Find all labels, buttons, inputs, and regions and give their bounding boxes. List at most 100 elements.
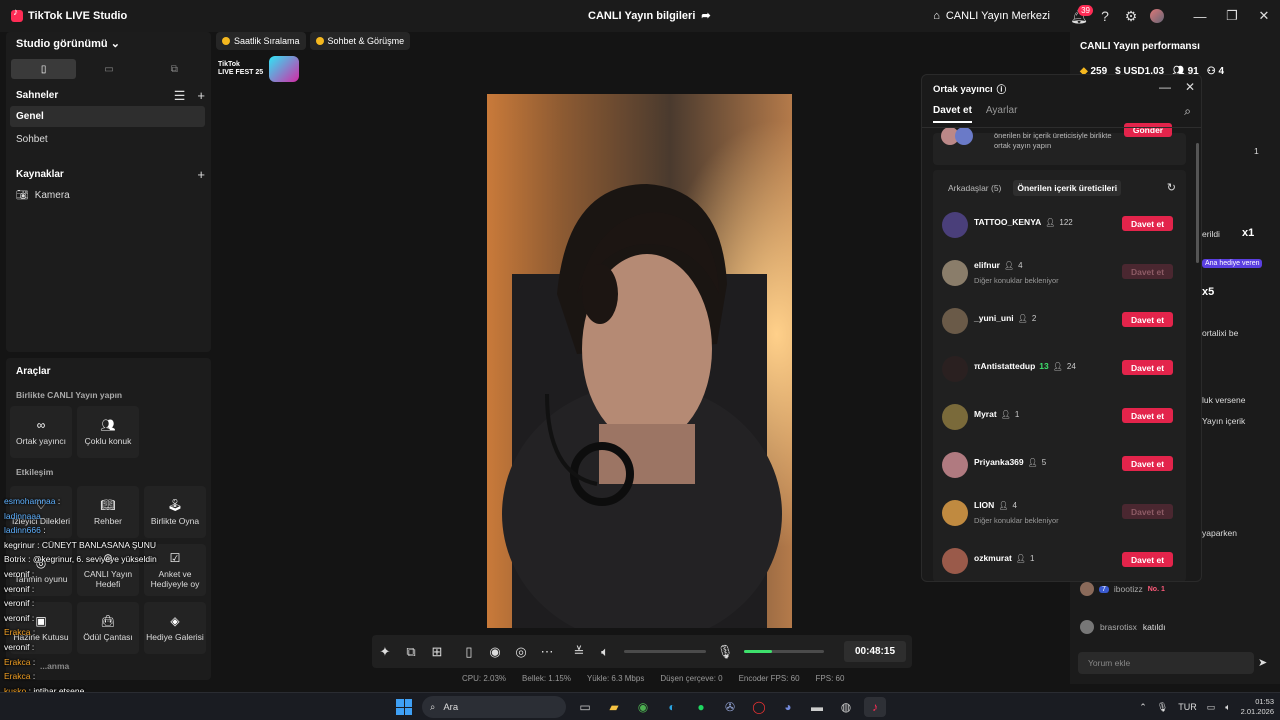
chat-username: kegrinur (4, 539, 35, 550)
portrait-view-button[interactable]: ▯ (11, 59, 77, 79)
guest-count: 4 (1012, 500, 1017, 510)
language-indicator[interactable]: TUR (1178, 702, 1197, 712)
mic-button[interactable]: 🎙︎ (712, 639, 738, 665)
chrome-icon[interactable]: ◉ (632, 697, 654, 717)
invite-button[interactable]: Davet et (1122, 456, 1173, 471)
scene-item-genel[interactable]: Genel (10, 106, 205, 127)
steam-icon[interactable]: ✇ (719, 697, 741, 717)
tab-invite[interactable]: Davet et (933, 105, 972, 123)
creator-status: Diğer konuklar bekleniyor (974, 276, 1059, 285)
send-button[interactable]: Gönder (1124, 123, 1172, 137)
task-view-icon[interactable]: ▭ (574, 697, 596, 717)
people-icon: ⚇ (1206, 66, 1216, 77)
invite-button[interactable]: Davet et (1122, 312, 1173, 327)
app-title: TikTok LIVE Studio (28, 10, 128, 22)
avatar (942, 212, 968, 238)
chat-username: veronif (4, 569, 30, 579)
subtab-suggested[interactable]: Önerilen içerik üreticileri (1013, 180, 1122, 196)
source-item-camera[interactable]: 📷︎ Kamera (16, 190, 70, 201)
transition-button[interactable]: ⧉ (398, 639, 424, 665)
live-info-button[interactable]: CANLI Yayın bilgileri ➦ (588, 9, 711, 23)
chat-line: veronif : (4, 642, 34, 652)
settings-button[interactable]: ⚙ (1118, 3, 1144, 29)
list-icon[interactable]: ☰ (174, 88, 186, 104)
tab-settings[interactable]: Ayarlar (986, 105, 1018, 123)
creator-row: ozkmurat 👤︎ 1 Davet et (942, 544, 1182, 581)
invite-button[interactable]: Davet et (1122, 552, 1173, 567)
chevron-up-icon[interactable]: ⌃ (1139, 702, 1147, 713)
chat-text-icerik: Yayın içerik (1202, 416, 1246, 426)
live-center-button[interactable]: ⌂ CANLI Yayın Merkezi (933, 10, 1050, 22)
cohost-tool-button[interactable]: ∞ Ortak yayıncı (10, 406, 72, 458)
creator-row: LION 👤︎ 4 Diğer konuklar bekleniyor Davet et (942, 496, 1182, 536)
hourly-ranking-label: Saatlik Sıralama (234, 36, 300, 46)
scene-item-sohbet[interactable]: Sohbet (10, 129, 205, 150)
multi-guest-button[interactable]: 👥︎ Çoklu konuk (77, 406, 139, 458)
layout-button[interactable]: ⊞ (424, 639, 450, 665)
creator-name: _yuni_uni (974, 313, 1014, 323)
landscape-view-button[interactable]: ▭ (76, 59, 141, 79)
record-icon: ◉ (489, 643, 501, 659)
search-icon[interactable]: ⌕ (1184, 104, 1191, 119)
hourly-ranking-tab[interactable]: Saatlik Sıralama (216, 32, 306, 50)
taskbar-search[interactable]: ⌕ Ara (422, 696, 566, 718)
spotify-icon[interactable]: ● (690, 697, 712, 717)
phone-button[interactable]: ▯ (456, 639, 482, 665)
speaker-button[interactable]: 🔈︎ (592, 639, 618, 665)
minimize-button[interactable]: — (1184, 0, 1216, 32)
creator-row: elifnur 👤︎ 4 Diğer konuklar bekleniyor Davet… (942, 256, 1182, 296)
app-icon[interactable]: ▬ (806, 697, 828, 717)
edge-icon[interactable]: ◐ (661, 697, 683, 717)
rank-badge: No. 1 (1147, 585, 1165, 593)
opera-icon[interactable]: ◯ (748, 697, 770, 717)
windows-start-icon[interactable] (396, 699, 412, 715)
dual-view-button[interactable]: ⧉ (142, 59, 207, 79)
display-icon[interactable]: ▭ (1207, 702, 1216, 713)
obs-icon[interactable]: ◍ (835, 697, 857, 717)
comment-input[interactable]: Yorum ekle (1078, 652, 1254, 674)
scrollbar[interactable] (1196, 143, 1199, 263)
minimize-icon[interactable]: — (1159, 80, 1171, 94)
effects-button[interactable]: ✦ (372, 639, 398, 665)
volume-icon[interactable]: 🔈︎ (1225, 702, 1230, 713)
subtab-friends[interactable]: Arkadaşlar (5) (944, 180, 1005, 196)
add-scene-icon[interactable]: + (197, 88, 205, 104)
tools-title: Araçlar (16, 366, 51, 377)
invite-button[interactable]: Davet et (1122, 408, 1173, 423)
tiktok-live-studio-icon[interactable]: ♪ (864, 697, 886, 717)
studio-view-dropdown[interactable]: Studio görünümü ⌄ (16, 37, 120, 50)
chat-line: Botrix : @kegrinur, 6. seviyeye yükseldi… (4, 554, 157, 564)
chat-meeting-tab[interactable]: Sohbet & Görüşme (309, 32, 411, 50)
file-explorer-icon[interactable]: ▰ (603, 697, 625, 717)
guest-count: 1 (1014, 409, 1020, 419)
live-fest-banner[interactable]: TikTok LIVE FEST 25 (218, 56, 300, 82)
person-icon: 👤︎ (1015, 553, 1026, 563)
add-source-icon[interactable]: + (197, 167, 205, 182)
fest-text: TikTok LIVE FEST 25 (218, 61, 263, 77)
notification-button[interactable]: 🔔︎ 39 (1066, 3, 1093, 29)
chat-line: Erakca : (4, 671, 35, 681)
chat-username: veronif (4, 642, 30, 652)
invite-button[interactable]: Davet et (1122, 360, 1173, 375)
help-button[interactable]: ? (1092, 3, 1118, 29)
dropped-frames-stat: Düşen çerçeve: 0 (660, 674, 723, 683)
close-icon[interactable]: ✕ (1185, 80, 1195, 94)
mixer-button[interactable]: ≚ (566, 639, 592, 665)
info-icon[interactable]: ⓘ (997, 82, 1007, 96)
taskbar-search-placeholder: Ara (443, 701, 459, 713)
invite-button[interactable]: Davet et (1122, 216, 1173, 231)
camera-button[interactable]: ◎ (508, 639, 534, 665)
clock[interactable]: 01:53 2.01.2026 (1241, 697, 1274, 717)
mic-level-slider[interactable] (744, 650, 824, 653)
volume-slider[interactable] (624, 650, 706, 653)
more-button[interactable]: ⋯ (534, 639, 560, 665)
refresh-icon[interactable]: ↻ (1167, 181, 1176, 194)
send-icon[interactable]: ➤ (1258, 656, 1267, 669)
close-button[interactable]: ✕ (1248, 0, 1280, 32)
maximize-button[interactable]: ❐ (1216, 0, 1248, 32)
more-icon: ⋯ (540, 643, 554, 659)
record-button[interactable]: ◉ (482, 639, 508, 665)
profile-button[interactable] (1144, 3, 1170, 29)
discord-icon[interactable]: ◕ (777, 697, 799, 717)
microphone-icon[interactable]: 🎙︎ (1157, 702, 1168, 713)
